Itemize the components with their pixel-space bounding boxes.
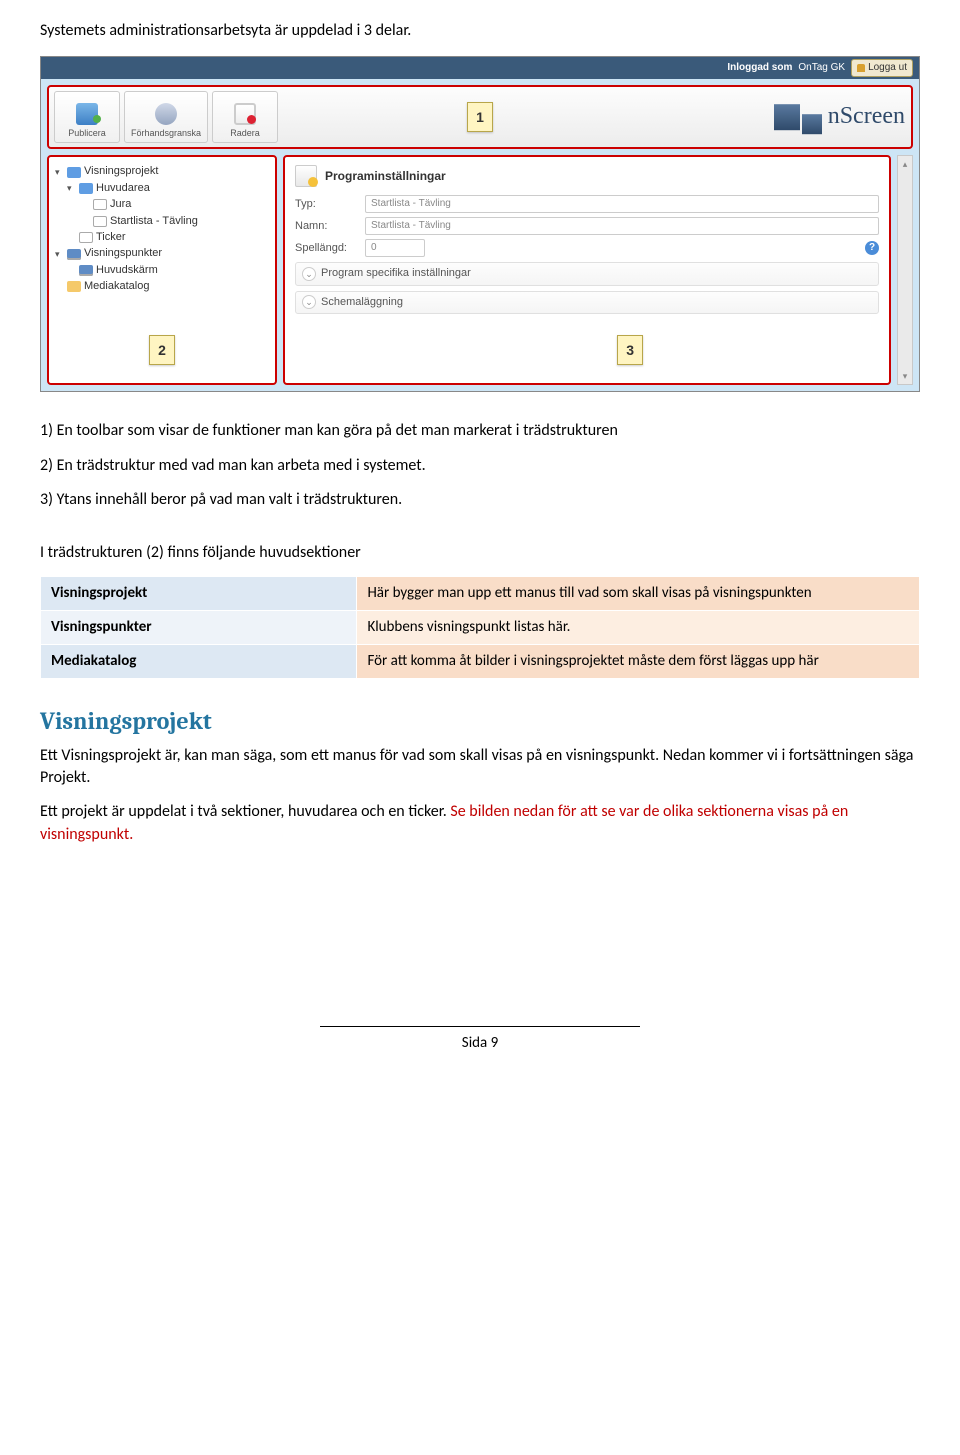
section-p2: Ett projekt är uppdelat i två sektioner,…	[40, 801, 920, 846]
tree-item[interactable]: Ticker	[55, 230, 269, 245]
logged-in-label: Inloggad som	[727, 61, 792, 75]
intro-text: Systemets administrationsarbetsyta är up…	[40, 20, 920, 42]
tree-item-label: Visningsprojekt	[84, 164, 158, 179]
content-title: Programinställningar	[325, 168, 446, 185]
table-cell-label: Visningspunkter	[41, 610, 357, 644]
delete-icon	[234, 103, 256, 125]
page-icon	[93, 199, 107, 210]
callout-3: 3	[617, 335, 643, 365]
callout-2: 2	[149, 335, 175, 365]
book-icon	[67, 167, 81, 178]
content-region: Programinställningar Typ: Startlista - T…	[283, 155, 891, 385]
monitor-icon	[79, 265, 93, 276]
publish-label: Publicera	[68, 127, 106, 140]
tree-region: ▾ Visningsprojekt ▾ HuvudareaJura Startlista…	[47, 155, 277, 385]
table-cell-desc: För att komma åt bilder i visningsprojek…	[357, 644, 920, 678]
typ-label: Typ:	[295, 197, 365, 212]
preview-icon	[155, 103, 177, 125]
chevron-down-icon: ⌄	[302, 295, 316, 309]
scrollbar[interactable]: ▴ ▾	[897, 155, 913, 385]
table-row: Visningspunkter Klubbens visningspunkt l…	[41, 610, 920, 644]
folder-icon	[67, 281, 81, 292]
scroll-down-icon[interactable]: ▾	[903, 370, 908, 383]
delete-label: Radera	[230, 127, 260, 140]
chevron-down-icon: ⌄	[302, 267, 316, 281]
preview-label: Förhandsgranska	[131, 127, 201, 140]
tree-item-label: Ticker	[96, 230, 126, 245]
section-p1: Ett Visningsprojekt är, kan man säga, so…	[40, 745, 920, 790]
tree-arrow-icon: ▾	[55, 166, 64, 179]
tree-item-label: Mediakatalog	[84, 279, 149, 294]
section-p2a: Ett projekt är uppdelat i två sektioner,…	[40, 802, 447, 821]
tree-arrow-icon: ▾	[67, 182, 76, 195]
page-number: Sida 9	[40, 1033, 920, 1054]
table-cell-label: Mediakatalog	[41, 644, 357, 678]
app-logo: nScreen	[774, 101, 905, 135]
table-cell-label: Visningsprojekt	[41, 576, 357, 610]
logged-in-user: OnTag GK	[798, 61, 845, 75]
callout-1: 1	[467, 102, 493, 132]
table-cell-desc: Klubbens visningspunkt listas här.	[357, 610, 920, 644]
tree-sections-intro: I trädstrukturen (2) finns följande huvu…	[40, 542, 920, 564]
page-icon	[93, 216, 107, 227]
sections-table: Visningsprojekt Här bygger man upp ett m…	[40, 576, 920, 679]
publish-icon	[76, 103, 98, 125]
typ-input[interactable]: Startlista - Tävling	[365, 195, 879, 213]
scheduling-label: Schemaläggning	[321, 295, 403, 310]
list-item-2: 2) En trädstruktur med vad man kan arbet…	[40, 455, 920, 477]
tree-item[interactable]: ▾ Visningspunkter	[55, 246, 269, 261]
preview-button[interactable]: Förhandsgranska	[124, 91, 208, 143]
lock-icon	[857, 64, 865, 72]
page-icon	[79, 232, 93, 243]
specific-settings-label: Program specifika inställningar	[321, 266, 471, 281]
settings-page-icon	[295, 165, 317, 187]
table-cell-desc: Här bygger man upp ett manus till vad so…	[357, 576, 920, 610]
tree-item-label: Startlista - Tävling	[110, 214, 198, 229]
tree-item[interactable]: ▾ Huvudarea	[55, 181, 269, 196]
tree-item[interactable]: Startlista - Tävling	[55, 214, 269, 229]
specific-settings-section[interactable]: ⌄ Program specifika inställningar	[295, 262, 879, 285]
table-row: Mediakatalog För att komma åt bilder i v…	[41, 644, 920, 678]
logo-square-icon	[802, 114, 822, 134]
table-row: Visningsprojekt Här bygger man upp ett m…	[41, 576, 920, 610]
logout-button[interactable]: Logga ut	[851, 59, 913, 77]
tree-item-label: Huvudarea	[96, 181, 150, 196]
tree-item[interactable]: Mediakatalog	[55, 279, 269, 294]
tree-item[interactable]: Huvudskärm	[55, 263, 269, 278]
tree-item-label: Jura	[110, 197, 131, 212]
help-icon[interactable]: ?	[865, 241, 879, 255]
book-icon	[79, 183, 93, 194]
scheduling-section[interactable]: ⌄ Schemaläggning	[295, 291, 879, 314]
logo-text: nScreen	[828, 101, 905, 135]
spellangd-input[interactable]: 0	[365, 239, 425, 257]
namn-input[interactable]: Startlista - Tävling	[365, 217, 879, 235]
spellangd-label: Spellängd:	[295, 241, 365, 256]
tree-item[interactable]: Jura	[55, 197, 269, 212]
namn-label: Namn:	[295, 219, 365, 234]
list-item-1: 1) En toolbar som visar de funktioner ma…	[40, 420, 920, 442]
tree-item-label: Visningspunkter	[84, 246, 162, 261]
list-item-3: 3) Ytans innehåll beror på vad man valt …	[40, 489, 920, 511]
scroll-up-icon[interactable]: ▴	[903, 158, 908, 171]
logout-label: Logga ut	[868, 61, 907, 75]
app-screenshot: Inloggad som OnTag GK Logga ut Publicera…	[40, 56, 920, 392]
status-bar: Inloggad som OnTag GK Logga ut	[41, 57, 919, 79]
logo-square-icon	[774, 104, 800, 130]
monitor-icon	[67, 249, 81, 260]
footer-rule	[320, 1026, 640, 1027]
toolbar-region: Publicera Förhandsgranska Radera 1 nScre…	[47, 85, 913, 149]
tree-item-label: Huvudskärm	[96, 263, 158, 278]
publish-button[interactable]: Publicera	[54, 91, 120, 143]
tree-item[interactable]: ▾ Visningsprojekt	[55, 164, 269, 179]
section-heading: Visningsprojekt	[40, 705, 920, 739]
delete-button[interactable]: Radera	[212, 91, 278, 143]
tree-arrow-icon: ▾	[55, 248, 64, 261]
